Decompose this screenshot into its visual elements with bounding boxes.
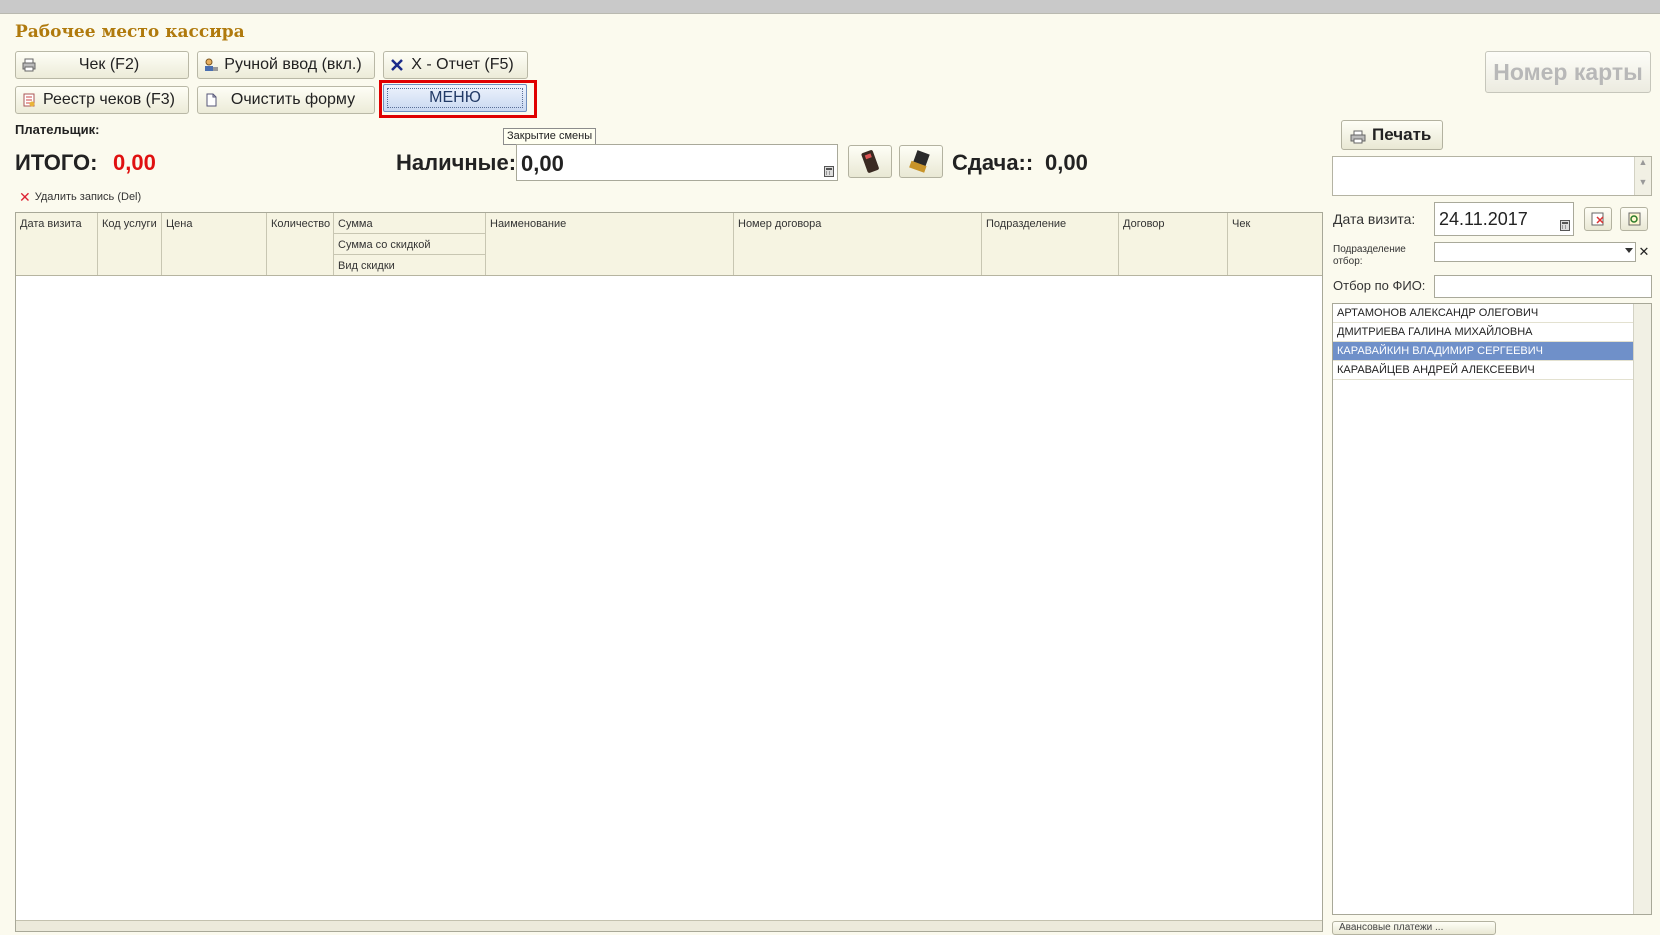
printer-icon: [1350, 129, 1366, 149]
check-registry-button-label: Реестр чеков (F3): [42, 91, 176, 108]
document-icon: [204, 93, 218, 107]
check-button-label: Чек (F2): [78, 56, 140, 73]
col-name[interactable]: Наименование: [486, 213, 734, 275]
patients-scrollbar[interactable]: [1633, 304, 1651, 914]
col-contract[interactable]: Договор: [1119, 213, 1228, 275]
total-label: ИТОГО:: [15, 150, 98, 175]
card-terminal-button[interactable]: [848, 145, 892, 178]
card-terminal-icon: [861, 150, 879, 173]
menu-tooltip: Закрытие смены: [503, 128, 597, 145]
clear-date-button[interactable]: [1584, 207, 1612, 231]
print-button-label: Печать: [1372, 125, 1432, 144]
page-title: Рабочее место кассира: [15, 22, 245, 42]
window-top-strip: [0, 0, 1660, 14]
col-price[interactable]: Цена: [162, 213, 267, 275]
col-sum[interactable]: Сумма: [334, 213, 486, 234]
calendar-icon[interactable]: [1560, 215, 1570, 231]
visit-date-input[interactable]: 24.11.2017: [1434, 202, 1574, 236]
manual-input-button[interactable]: Ручной ввод (вкл.): [197, 51, 375, 79]
cash-value: 0,00: [521, 151, 564, 176]
check-button[interactable]: Чек (F2): [15, 51, 189, 79]
manual-input-button-label: Ручной ввод (вкл.): [224, 56, 362, 73]
delete-record-label: Удалить запись (Del): [34, 191, 142, 203]
visit-date-value: 24.11.2017: [1439, 209, 1528, 229]
col-sum-discount[interactable]: Сумма со скидкой: [334, 234, 486, 255]
patient-list-item[interactable]: КАРАВАЙКИН ВЛАДИМИР СЕРГЕЕВИЧ: [1333, 342, 1635, 361]
patient-list-item[interactable]: АРТАМОНОВ АЛЕКСАНДР ОЛЕГОВИЧ: [1333, 304, 1635, 323]
cash-register-button[interactable]: [899, 145, 943, 178]
col-department[interactable]: Подразделение: [982, 213, 1119, 275]
payer-label: Плательщик:: [15, 122, 100, 137]
advance-payments-button[interactable]: Авансовые платежи ...: [1332, 921, 1496, 935]
clear-form-button-label: Очистить форму: [230, 91, 356, 108]
focus-outline: [387, 88, 523, 108]
refresh-icon: [1628, 212, 1641, 226]
total-value: 0,00: [113, 150, 156, 175]
x-report-button-label: X - Отчет (F5): [411, 56, 514, 73]
col-check[interactable]: Чек: [1228, 213, 1324, 275]
department-filter-label: Подразделение отбор:: [1333, 244, 1406, 267]
table-header: Дата визита Код услуги Цена Количество С…: [16, 213, 1322, 276]
printer-icon: [22, 58, 36, 72]
change-value: 0,00: [1045, 150, 1088, 175]
cash-input[interactable]: 0,00: [516, 144, 838, 181]
department-filter-select[interactable]: [1434, 242, 1636, 262]
delete-icon: ✕: [19, 188, 31, 205]
comment-field[interactable]: ▲ ▼: [1332, 156, 1652, 196]
department-clear-icon[interactable]: ✕: [1637, 244, 1651, 260]
x-report-button[interactable]: X - Отчет (F5): [383, 51, 528, 79]
col-service-code[interactable]: Код услуги: [98, 213, 162, 275]
delete-record-link[interactable]: ✕ Удалить запись (Del): [19, 188, 142, 205]
card-number-button[interactable]: Номер карты: [1485, 51, 1651, 93]
user-keyboard-icon: [204, 58, 218, 72]
change-label: Сдача::: [952, 150, 1034, 175]
col-contract-number[interactable]: Номер договора: [734, 213, 982, 275]
patient-list-item[interactable]: КАРАВАЙЦЕВ АНДРЕЙ АЛЕКСЕЕВИЧ: [1333, 361, 1635, 380]
col-visit-date[interactable]: Дата визита: [16, 213, 98, 275]
cash-label: Наличные:: [396, 150, 517, 175]
clear-form-button[interactable]: Очистить форму: [197, 86, 375, 114]
patient-list-item[interactable]: ДМИТРИЕВА ГАЛИНА МИХАЙЛОВНА: [1333, 323, 1635, 342]
visit-date-label: Дата визита:: [1333, 211, 1416, 227]
refresh-date-button[interactable]: [1620, 207, 1648, 231]
check-registry-button[interactable]: Реестр чеков (F3): [15, 86, 189, 114]
clear-date-icon: [1591, 212, 1604, 226]
fio-filter-input[interactable]: [1434, 275, 1652, 298]
patients-list[interactable]: АРТАМОНОВ АЛЕКСАНДР ОЛЕГОВИЧ ДМИТРИЕВА ГА…: [1332, 303, 1652, 915]
col-quantity[interactable]: Количество: [267, 213, 334, 275]
table-horizontal-scrollbar[interactable]: [16, 920, 1322, 931]
services-table[interactable]: Дата визита Код услуги Цена Количество С…: [15, 212, 1323, 932]
fio-filter-label: Отбор по ФИО:: [1333, 278, 1426, 293]
chevron-down-icon[interactable]: [1625, 248, 1633, 253]
cash-register-icon: [909, 150, 930, 173]
comment-scrollbar[interactable]: ▲ ▼: [1634, 157, 1651, 195]
patients-list-items: АРТАМОНОВ АЛЕКСАНДР ОЛЕГОВИЧ ДМИТРИЕВА ГА…: [1333, 304, 1651, 380]
print-button[interactable]: Печать: [1341, 120, 1443, 150]
menu-button[interactable]: МЕНЮ: [383, 84, 527, 112]
registry-icon: [22, 93, 36, 107]
col-discount-type[interactable]: Вид скидки: [334, 255, 486, 275]
x-report-icon: [390, 58, 404, 72]
calculator-icon[interactable]: [824, 157, 834, 177]
